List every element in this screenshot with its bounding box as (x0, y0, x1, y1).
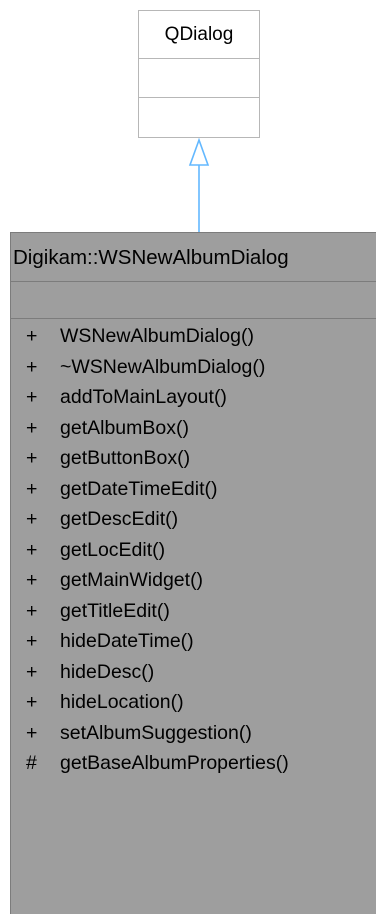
derived-class-attributes (11, 282, 376, 319)
base-class-box: QDialog (138, 10, 260, 138)
method-name: hideDateTime() (60, 630, 194, 652)
method-name: WSNewAlbumDialog() (60, 325, 254, 347)
inheritance-arrowhead (188, 137, 210, 166)
method-name: setAlbumSuggestion() (60, 721, 252, 744)
method-visibility: + (26, 691, 38, 713)
derived-class-box: Digikam::WSNewAlbumDialog + WSNewAlbumDia… (10, 232, 376, 914)
method-visibility: + (26, 599, 38, 622)
method-visibility: + (26, 386, 38, 408)
base-class-name: QDialog (139, 11, 259, 59)
method-visibility: + (26, 325, 38, 347)
method-visibility: + (26, 355, 38, 378)
method-name: hideDesc() (60, 660, 155, 683)
method-name: getDateTimeEdit() (60, 477, 218, 500)
method-name: getDescEdit() (60, 508, 179, 530)
method-visibility: + (26, 569, 38, 591)
method-visibility: # (26, 752, 37, 774)
method-visibility: + (26, 508, 38, 530)
method-visibility: + (26, 538, 38, 561)
method-name: getAlbumBox() (60, 416, 189, 439)
method-visibility: + (26, 660, 38, 683)
base-class-methods (139, 98, 259, 137)
derived-class-name: Digikam::WSNewAlbumDialog (11, 233, 376, 282)
method-name: getButtonBox() (60, 447, 191, 469)
method-name: getLocEdit() (60, 538, 166, 561)
method-name: getMainWidget() (60, 569, 204, 591)
method-visibility: + (26, 416, 38, 439)
method-name: getTitleEdit() (60, 599, 170, 622)
base-class-attributes (139, 59, 259, 98)
method-name: hideLocation() (60, 691, 184, 713)
method-name: getBaseAlbumProperties() (60, 752, 289, 774)
method-visibility: + (26, 630, 38, 652)
method-visibility: + (26, 721, 38, 744)
method-visibility: + (26, 447, 38, 469)
method-name: addToMainLayout() (60, 386, 227, 408)
method-visibility: + (26, 477, 38, 500)
method-name: ~WSNewAlbumDialog() (60, 355, 266, 378)
